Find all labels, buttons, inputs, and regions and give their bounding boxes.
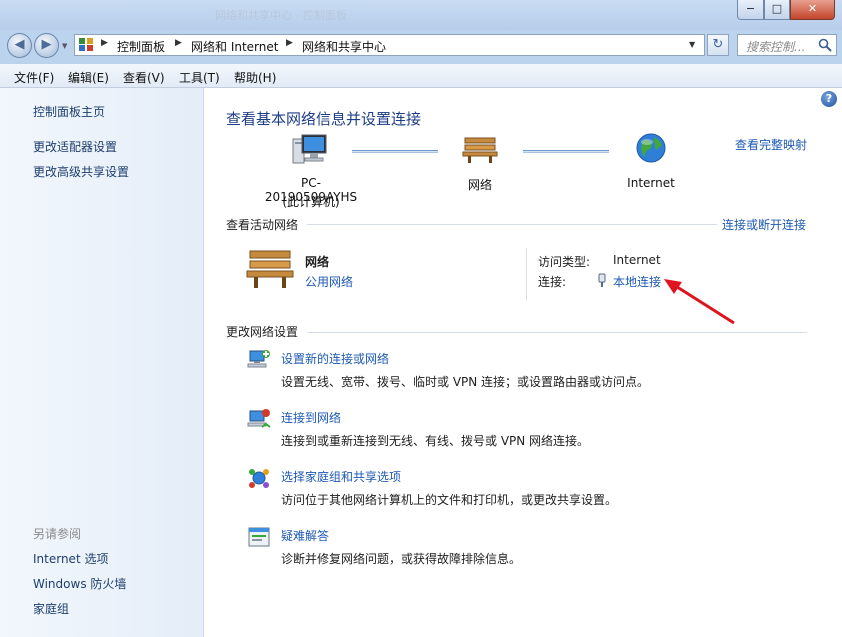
link-connect-disconnect[interactable]: 连接或断开连接 <box>722 216 806 233</box>
page-title: 查看基本网络信息并设置连接 <box>226 110 422 128</box>
menu-view[interactable]: 查看(V) <box>123 69 165 86</box>
task-description: 访问位于其他网络计算机上的文件和打印机，或更改共享设置。 <box>281 493 618 507</box>
homegroup-icon <box>249 469 269 488</box>
link-control-panel-home[interactable]: 控制面板主页 <box>33 103 105 120</box>
link-change-adapter-settings[interactable]: 更改适配器设置 <box>33 138 117 155</box>
section-divider <box>307 332 807 333</box>
link-homegroup-sharing[interactable]: 选择家庭组和共享选项 <box>281 468 401 485</box>
change-settings-header: 更改网络设置 <box>226 325 299 339</box>
connect-network-icon <box>247 409 271 428</box>
maximize-button[interactable]: □ <box>764 0 790 20</box>
link-connect-to-network[interactable]: 连接到网络 <box>281 409 341 426</box>
breadcrumb-separator[interactable]: ▶ <box>175 38 182 48</box>
menu-edit[interactable]: 编辑(E) <box>68 69 109 86</box>
link-local-connection[interactable]: 本地连接 <box>613 273 661 290</box>
menu-help[interactable]: 帮助(H) <box>234 69 276 86</box>
forward-button[interactable]: ▶ <box>34 33 59 58</box>
task-description: 设置无线、宽带、拨号、临时或 VPN 连接；或设置路由器或访问点。 <box>281 375 650 389</box>
ethernet-plug-icon <box>598 273 606 287</box>
active-networks-header: 查看活动网络 <box>226 218 299 232</box>
breadcrumb-separator[interactable]: ▶ <box>286 38 293 48</box>
breadcrumb-control-panel[interactable]: 控制面板 <box>117 38 165 55</box>
link-homegroup[interactable]: 家庭组 <box>33 600 69 617</box>
internet-label[interactable]: Internet <box>616 176 686 190</box>
vertical-divider <box>526 248 527 300</box>
network-bench-icon <box>462 137 498 163</box>
annotation-arrow <box>664 279 735 325</box>
task-description: 诊断并修复网络问题，或获得故障排除信息。 <box>281 552 522 566</box>
search-input[interactable]: 搜索控制... <box>737 34 837 56</box>
address-bar[interactable]: ▶ 控制面板 ▶ 网络和 Internet ▶ 网络和共享中心 ▼ <box>74 34 705 56</box>
breadcrumb-network-internet[interactable]: 网络和 Internet <box>191 38 278 55</box>
search-icon[interactable] <box>818 38 832 52</box>
main-content: ? 查看基本网络信息并设置连接 查看完整映射 PC-20190509AYHS (… <box>204 88 842 637</box>
network-label[interactable]: 网络 <box>455 176 505 193</box>
computer-subtitle: (此计算机) <box>282 195 340 209</box>
recent-pages-dropdown[interactable]: ▼ <box>62 42 67 50</box>
link-network-type[interactable]: 公用网络 <box>305 273 353 290</box>
left-task-pane: 控制面板主页 更改适配器设置 更改高级共享设置 另请参阅 Internet 选项… <box>0 88 204 637</box>
search-placeholder: 搜索控制... <box>746 40 806 54</box>
access-type-label: 访问类型: <box>538 255 591 269</box>
see-also-label: 另请参阅 <box>33 527 82 541</box>
window-title: 网络和共享中心 - 控制面板 <box>215 9 347 22</box>
link-internet-options[interactable]: Internet 选项 <box>33 550 108 567</box>
computer-icon <box>292 134 327 164</box>
active-network-bench-icon[interactable] <box>246 248 294 290</box>
refresh-button[interactable]: ↻ <box>707 34 729 56</box>
back-button[interactable]: ◀ <box>7 33 32 58</box>
close-button[interactable]: ✕ <box>790 0 835 20</box>
troubleshoot-icon <box>248 527 270 547</box>
map-connector-line <box>352 150 438 153</box>
menu-file[interactable]: 文件(F) <box>14 69 54 86</box>
help-icon[interactable]: ? <box>821 91 837 107</box>
internet-globe-icon <box>636 133 666 163</box>
link-troubleshoot[interactable]: 疑难解答 <box>281 527 329 544</box>
navigation-bar: ◀ ▶ ▼ ▶ 控制面板 ▶ 网络和 Internet ▶ 网络和共享中心 ▼ … <box>0 30 842 62</box>
section-divider <box>307 224 717 225</box>
active-network-name: 网络 <box>305 255 330 269</box>
access-type-value: Internet <box>613 253 661 267</box>
new-connection-icon <box>247 350 270 368</box>
link-view-full-map[interactable]: 查看完整映射 <box>735 136 807 153</box>
menu-tools[interactable]: 工具(T) <box>179 69 220 86</box>
menu-bar: 文件(F) 编辑(E) 查看(V) 工具(T) 帮助(H) <box>0 64 842 88</box>
address-history-dropdown[interactable]: ▼ <box>689 40 695 49</box>
title-bar: 网络和共享中心 - 控制面板 − □ ✕ <box>0 0 842 30</box>
breadcrumb-sharing-center[interactable]: 网络和共享中心 <box>302 38 386 55</box>
minimize-button[interactable]: − <box>737 0 764 20</box>
connections-label: 连接: <box>538 275 567 289</box>
control-panel-icon <box>79 38 94 52</box>
link-windows-firewall[interactable]: Windows 防火墙 <box>33 575 126 592</box>
link-setup-new-connection[interactable]: 设置新的连接或网络 <box>281 350 389 367</box>
map-connector-line <box>523 150 609 153</box>
breadcrumb-separator[interactable]: ▶ <box>101 38 108 48</box>
link-change-advanced-sharing[interactable]: 更改高级共享设置 <box>33 163 129 180</box>
task-description: 连接到或重新连接到无线、有线、拨号或 VPN 网络连接。 <box>281 434 590 448</box>
